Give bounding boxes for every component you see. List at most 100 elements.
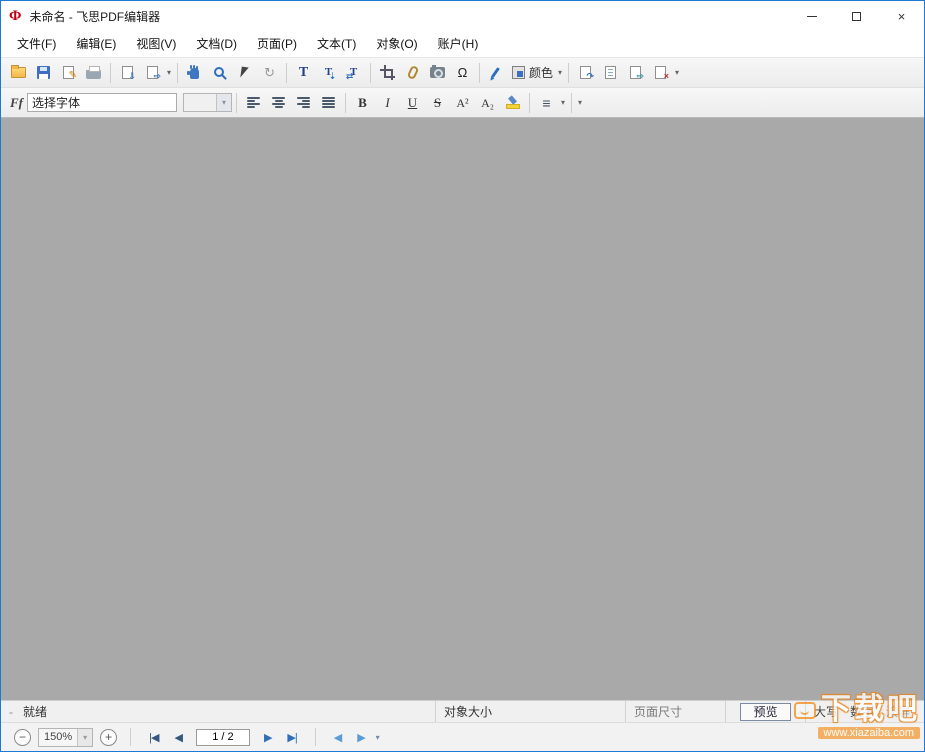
font-size-combobox[interactable]: ▾ (183, 93, 232, 112)
page-io-dropdown[interactable]: ▾ (165, 61, 173, 85)
crop-button[interactable] (375, 61, 400, 85)
maximize-button[interactable] (834, 1, 879, 31)
line-spacing-button[interactable]: ≡ (534, 91, 559, 115)
separator (370, 63, 371, 83)
color-button[interactable]: 颜色 (509, 61, 556, 85)
menu-edit[interactable]: 编辑(E) (66, 31, 126, 57)
replace-page-icon: ↷ (580, 66, 591, 79)
subscript-button[interactable]: A₂ (475, 91, 500, 115)
delete-x-icon: × (664, 72, 669, 81)
align-center-button[interactable] (266, 91, 291, 115)
menu-bar: 文件(F) 编辑(E) 视图(V) 文档(D) 页面(P) 文本(T) 对象(O… (1, 31, 924, 58)
delete-page-button[interactable]: × (648, 61, 673, 85)
close-button[interactable]: × (879, 1, 924, 31)
caps-indicator: 大写 (814, 703, 838, 720)
menu-object[interactable]: 对象(O) (366, 31, 427, 57)
menu-account[interactable]: 账户(H) (428, 31, 489, 57)
pencil-icon: ✎ (69, 70, 77, 81)
replace-page-button[interactable]: ↷ (573, 61, 598, 85)
underline-button[interactable]: U (400, 91, 425, 115)
status-ready-section: - 就绪 (1, 701, 436, 722)
menu-file[interactable]: 文件(F) (7, 31, 66, 57)
color-swatch-icon (512, 66, 525, 79)
zoom-tool-button[interactable] (207, 61, 232, 85)
minimize-button[interactable] (789, 1, 834, 31)
document-canvas[interactable] (1, 118, 924, 700)
omega-icon: Ω (458, 66, 468, 79)
italic-button[interactable]: I (375, 91, 400, 115)
bold-button[interactable]: B (350, 91, 375, 115)
view-history-dropdown[interactable]: ▾ (373, 733, 383, 742)
view-forward-button[interactable]: ▶ (349, 731, 372, 744)
open-button[interactable] (6, 61, 31, 85)
swap-arrow-icon: ⇄ (346, 72, 354, 81)
menu-text[interactable]: 文本(T) (307, 31, 366, 57)
delete-page-icon: × (655, 66, 666, 79)
save-button[interactable] (31, 61, 56, 85)
separator (315, 728, 316, 746)
print-button[interactable] (81, 61, 106, 85)
color-dropdown[interactable]: ▾ (556, 61, 564, 85)
minimize-icon (807, 16, 817, 17)
highlight-button[interactable] (500, 91, 525, 115)
rotate-view-button[interactable]: ↻ (257, 61, 282, 85)
last-page-button[interactable]: ▶| (279, 731, 304, 744)
attach-file-button[interactable] (400, 61, 425, 85)
status-page-size-section: 页面尺寸 (626, 701, 726, 722)
font-size-input[interactable] (184, 94, 216, 111)
import-page-button[interactable]: ⇩ (115, 61, 140, 85)
separator (345, 93, 346, 113)
align-left-button[interactable] (241, 91, 266, 115)
line-spacing-dropdown[interactable]: ▾ (559, 91, 567, 115)
format-toolbar: Ff ▾ B I U S A² A₂ ≡ ▾ ▾ (1, 88, 924, 118)
zoom-out-button[interactable]: − (14, 729, 31, 746)
status-grip: - (9, 705, 13, 719)
menu-view[interactable]: 视图(V) (126, 31, 186, 57)
status-bar: - 就绪 对象大小 页面尺寸 预览 大写 数字 滚屏 (1, 700, 924, 722)
view-back-button[interactable]: ◀ (326, 731, 349, 744)
main-toolbar: ✎ ⇩ ⇨ ▾ ↻ T T⇣ T⇄ Ω 颜色 (1, 58, 924, 88)
edit-text-button[interactable]: T⇄ (341, 61, 366, 85)
zoom-level-combobox[interactable]: 150% ▾ (38, 728, 93, 747)
chevron-down-icon[interactable]: ▾ (77, 729, 92, 746)
insert-symbol-button[interactable]: Ω (450, 61, 475, 85)
preview-toggle[interactable]: 预览 (740, 703, 790, 721)
object-size-label: 对象大小 (444, 703, 492, 720)
menu-page[interactable]: 页面(P) (247, 31, 307, 57)
export-page-button[interactable]: ⇨ (140, 61, 165, 85)
page-number-input[interactable] (196, 729, 250, 746)
right-arrow-icon: ⇨ (153, 72, 161, 81)
snapshot-button[interactable] (425, 61, 450, 85)
rotate-icon: ↻ (264, 66, 275, 79)
menu-document[interactable]: 文档(D) (186, 31, 247, 57)
strikethrough-button[interactable]: S (425, 91, 450, 115)
hand-tool-button[interactable] (182, 61, 207, 85)
extract-page-button[interactable]: ⇨ (623, 61, 648, 85)
magnifier-icon (214, 67, 224, 77)
prev-page-button[interactable]: ◀ (166, 731, 189, 744)
eyedropper-button[interactable] (484, 61, 509, 85)
first-page-button[interactable]: |◀ (141, 731, 166, 744)
app-logo-icon: Φ (9, 9, 21, 24)
chevron-down-icon[interactable]: ▾ (216, 94, 231, 111)
add-text-button[interactable]: T (291, 61, 316, 85)
insert-text-button[interactable]: T⇣ (316, 61, 341, 85)
page-tools-dropdown[interactable]: ▾ (673, 61, 681, 85)
strikethrough-icon: S (434, 96, 441, 109)
align-right-button[interactable] (291, 91, 316, 115)
save-as-button[interactable]: ✎ (56, 61, 81, 85)
paperclip-icon (406, 65, 419, 80)
select-tool-button[interactable] (232, 61, 257, 85)
font-badge: Ff (6, 95, 27, 111)
toolbar-overflow-dropdown[interactable]: ▾ (576, 91, 584, 115)
import-page-icon: ⇩ (122, 66, 133, 79)
color-label: 颜色 (529, 64, 553, 81)
down-arrow-icon: ⇩ (128, 72, 136, 81)
align-justify-button[interactable] (316, 91, 341, 115)
superscript-button[interactable]: A² (450, 91, 475, 115)
insert-page-button[interactable] (598, 61, 623, 85)
next-page-button[interactable]: ▶ (256, 731, 279, 744)
font-name-combobox[interactable] (27, 93, 177, 112)
zoom-in-button[interactable]: + (100, 729, 117, 746)
insert-text-icon: T⇣ (325, 67, 332, 78)
